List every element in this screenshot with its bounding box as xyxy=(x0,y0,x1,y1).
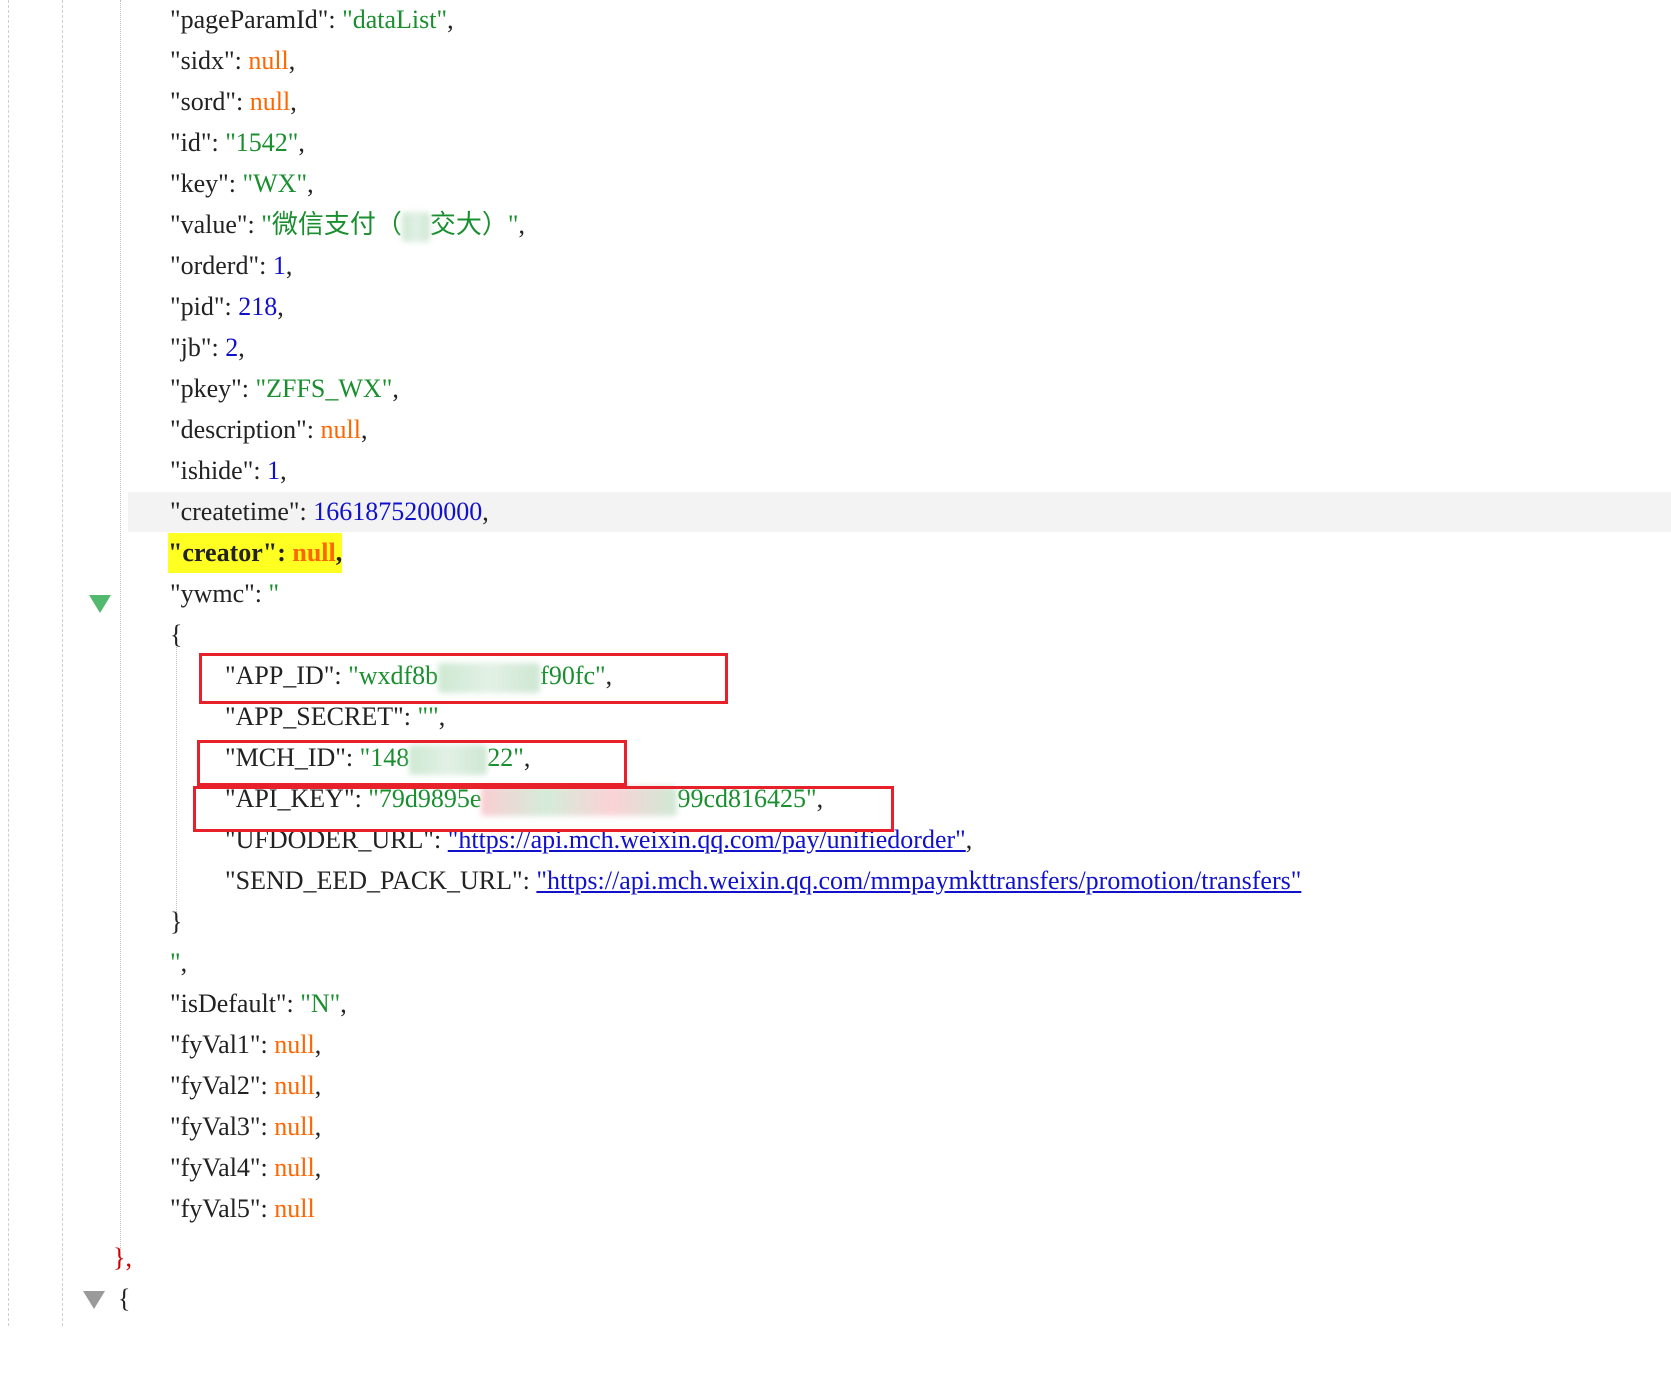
gutter-separator xyxy=(62,0,63,1326)
json-line-ywmc-close-quote: ", xyxy=(170,948,188,977)
json-key: "description" xyxy=(170,415,307,444)
json-string-value: "" xyxy=(417,702,439,731)
json-string-value: "N" xyxy=(300,989,341,1018)
json-line-description: "description": null, xyxy=(170,415,368,444)
json-line-pkey: "pkey": "ZFFS_WX", xyxy=(170,374,399,403)
json-line-send-eed-pack-url: "SEND_EED_PACK_URL": "https://api.mch.we… xyxy=(225,866,1302,895)
json-key: "fyVal4" xyxy=(170,1153,261,1182)
json-line-pageParamId: "pageParamId": "dataList", xyxy=(170,5,454,34)
json-key: "APP_SECRET" xyxy=(225,702,404,731)
json-key: "fyVal1" xyxy=(170,1030,261,1059)
json-line-fyVal1: "fyVal1": null, xyxy=(170,1030,322,1059)
matched-bracket: } xyxy=(113,1243,126,1272)
json-null-value: null xyxy=(274,1071,315,1100)
json-string-value: "ZFFS_WX" xyxy=(255,374,393,403)
json-url-link[interactable]: "https://api.mch.weixin.qq.com/mmpaymktt… xyxy=(536,866,1301,895)
json-key: "key" xyxy=(170,169,229,198)
json-key: "pageParamId" xyxy=(170,5,329,34)
json-key: "fyVal5" xyxy=(170,1194,261,1223)
json-line-mch-id: "MCH_ID": "148 22", xyxy=(0,738,530,778)
json-null-value: null xyxy=(248,46,289,75)
json-string-value: "dataList" xyxy=(342,5,448,34)
json-line-pid: "pid": 218, xyxy=(170,292,284,321)
search-highlight: "creator": null, xyxy=(168,533,343,573)
json-key: "pkey" xyxy=(170,374,242,403)
fold-arrow-icon[interactable] xyxy=(89,595,111,613)
json-string-value: "微信支付（ xyxy=(261,210,402,239)
json-line-isDefault: "isDefault": "N", xyxy=(170,989,347,1018)
redacted-blur xyxy=(401,212,430,243)
json-number-value: 1 xyxy=(267,456,281,485)
json-line-ywmc-close-brace: } xyxy=(170,907,183,936)
json-line-creator: "creator": null, xyxy=(0,533,343,573)
json-null-value: null xyxy=(274,1194,315,1223)
json-key: "jb" xyxy=(170,333,212,362)
json-line-object-close: }, xyxy=(113,1243,132,1272)
json-null-value: null xyxy=(320,415,361,444)
json-key: "sidx" xyxy=(170,46,235,75)
json-line-app-secret: "APP_SECRET": "", xyxy=(225,702,446,731)
json-line-fyVal3: "fyVal3": null, xyxy=(170,1112,322,1141)
json-key: "SEND_EED_PACK_URL" xyxy=(225,866,523,895)
json-key: "fyVal3" xyxy=(170,1112,261,1141)
json-null-value: null xyxy=(274,1153,315,1182)
json-string-value: "WX" xyxy=(242,169,308,198)
json-line-createtime[interactable]: "createtime": 1661875200000, xyxy=(0,492,1671,532)
json-null-value: null xyxy=(274,1112,315,1141)
json-number-value: 218 xyxy=(238,292,278,321)
json-string-value: " xyxy=(268,579,280,608)
indent-guide-object xyxy=(120,0,121,1250)
json-null-value: null xyxy=(292,538,336,567)
json-line-ywmc-open-brace: { xyxy=(170,620,183,649)
json-key: "id" xyxy=(170,128,212,157)
fold-arrow-icon[interactable] xyxy=(83,1291,105,1309)
json-line-fyVal2: "fyVal2": null, xyxy=(170,1071,322,1100)
annotation-box-api-key xyxy=(193,786,894,832)
json-line-fyVal4: "fyVal4": null, xyxy=(170,1153,322,1182)
indent-guide-ywmc xyxy=(176,640,177,920)
json-line-id: "id": "1542", xyxy=(170,128,305,157)
json-key: "value" xyxy=(170,210,248,239)
annotation-box-mch-id xyxy=(197,740,627,786)
json-key: "ywmc" xyxy=(170,579,255,608)
json-line-ywmc: "ywmc": " xyxy=(170,579,280,608)
json-line-ishide: "ishide": 1, xyxy=(170,456,287,485)
json-number-value: 2 xyxy=(225,333,239,362)
json-line-value: "value": "微信支付（ 交大）", xyxy=(0,205,525,245)
json-number-value: 1 xyxy=(272,251,286,280)
annotation-box-app-id xyxy=(199,653,728,704)
json-number-value: 1661875200000 xyxy=(313,497,483,526)
json-line-next-object-open: { xyxy=(118,1284,131,1313)
json-line-jb: "jb": 2, xyxy=(170,333,245,362)
json-key: "ishide" xyxy=(170,456,254,485)
json-key: "isDefault" xyxy=(170,989,287,1018)
json-line-ufdoder-url: "UFDODER_URL": "https://api.mch.weixin.q… xyxy=(225,825,973,854)
json-key: "orderd" xyxy=(170,251,260,280)
json-key: "fyVal2" xyxy=(170,1071,261,1100)
json-line-fyVal5: "fyVal5": null xyxy=(170,1194,315,1223)
json-key: "sord" xyxy=(170,87,237,116)
json-key: "creator" xyxy=(168,538,278,567)
json-line-orderd: "orderd": 1, xyxy=(170,251,293,280)
json-key: "pid" xyxy=(170,292,225,321)
json-string-value: "1542" xyxy=(225,128,299,157)
json-line-app-id: "APP_ID": "wxdf8b f90fc", xyxy=(0,656,612,696)
json-line-key: "key": "WX", xyxy=(170,169,314,198)
json-line-api-key: "API_KEY": "79d9895e 99cd816425", xyxy=(0,779,823,819)
json-key: "createtime" xyxy=(170,497,300,526)
json-null-value: null xyxy=(249,87,291,116)
json-line-sord: "sord": null, xyxy=(170,87,297,116)
json-line-sidx: "sidx": null, xyxy=(170,46,296,75)
json-null-value: null xyxy=(274,1030,315,1059)
